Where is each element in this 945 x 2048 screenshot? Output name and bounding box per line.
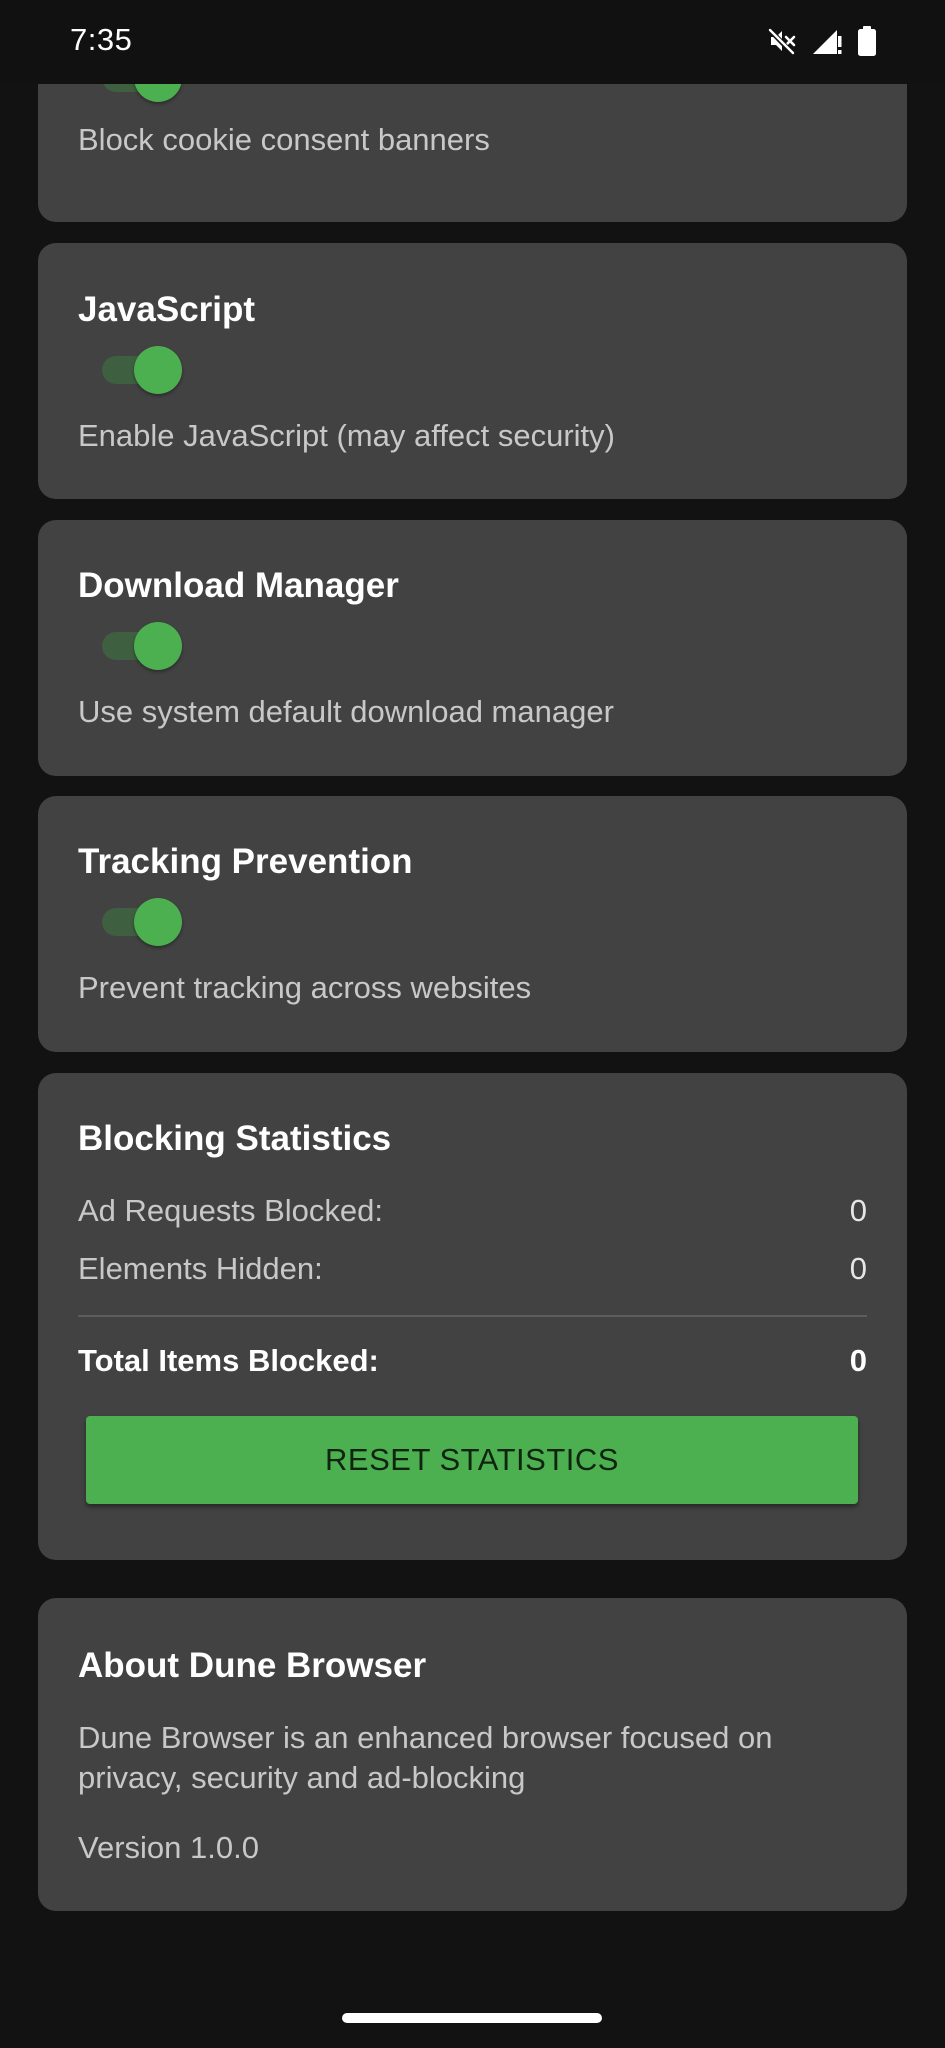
mute-icon: [767, 26, 797, 61]
download-manager-card: Download Manager Use system default down…: [38, 520, 907, 776]
stats-divider: [78, 1315, 867, 1317]
total-blocked-label: Total Items Blocked:: [78, 1343, 379, 1378]
cookie-banner-desc: Block cookie consent banners: [78, 122, 490, 157]
total-blocked-row: Total Items Blocked: 0: [78, 1343, 867, 1379]
about-title: About Dune Browser: [78, 1646, 427, 1685]
reset-statistics-button[interactable]: RESET STATISTICS: [86, 1416, 858, 1504]
navigation-handle[interactable]: [342, 2013, 602, 2023]
javascript-toggle[interactable]: [102, 344, 184, 396]
about-desc-line1: Dune Browser is an enhanced browser focu…: [78, 1720, 773, 1755]
toggle-thumb: [134, 622, 182, 670]
elements-hidden-value: 0: [849, 1251, 867, 1286]
status-bar: 7:35: [0, 0, 945, 84]
javascript-card: JavaScript Enable JavaScript (may affect…: [38, 243, 907, 499]
download-manager-toggle[interactable]: [102, 620, 184, 672]
blocking-statistics-card: Blocking Statistics Ad Requests Blocked:…: [38, 1073, 907, 1560]
ad-requests-label: Ad Requests Blocked:: [78, 1193, 384, 1228]
tracking-prevention-toggle[interactable]: [102, 896, 184, 948]
javascript-desc: Enable JavaScript (may affect security): [78, 418, 615, 453]
battery-icon: [857, 25, 877, 62]
ad-requests-value: 0: [849, 1193, 867, 1228]
tracking-prevention-title: Tracking Prevention: [78, 842, 413, 881]
toggle-thumb: [134, 898, 182, 946]
javascript-title: JavaScript: [78, 290, 256, 329]
about-desc-line2: privacy, security and ad-blocking: [78, 1760, 526, 1795]
elements-hidden-label: Elements Hidden:: [78, 1251, 323, 1286]
settings-scroll-view[interactable]: Block cookie consent banners JavaScript …: [0, 0, 945, 2048]
toggle-thumb: [134, 346, 182, 394]
ad-requests-row: Ad Requests Blocked: 0: [78, 1193, 867, 1229]
signal-icon: [811, 26, 843, 61]
total-blocked-value: 0: [849, 1343, 867, 1378]
blocking-statistics-title: Blocking Statistics: [78, 1119, 392, 1158]
about-card: About Dune Browser Dune Browser is an en…: [38, 1598, 907, 1911]
status-icons: [767, 24, 877, 62]
about-version: Version 1.0.0: [78, 1830, 259, 1865]
download-manager-desc: Use system default download manager: [78, 694, 614, 729]
elements-hidden-row: Elements Hidden: 0: [78, 1251, 867, 1287]
tracking-prevention-desc: Prevent tracking across websites: [78, 970, 532, 1005]
download-manager-title: Download Manager: [78, 566, 399, 605]
status-time: 7:35: [70, 22, 133, 57]
tracking-prevention-card: Tracking Prevention Prevent tracking acr…: [38, 796, 907, 1052]
